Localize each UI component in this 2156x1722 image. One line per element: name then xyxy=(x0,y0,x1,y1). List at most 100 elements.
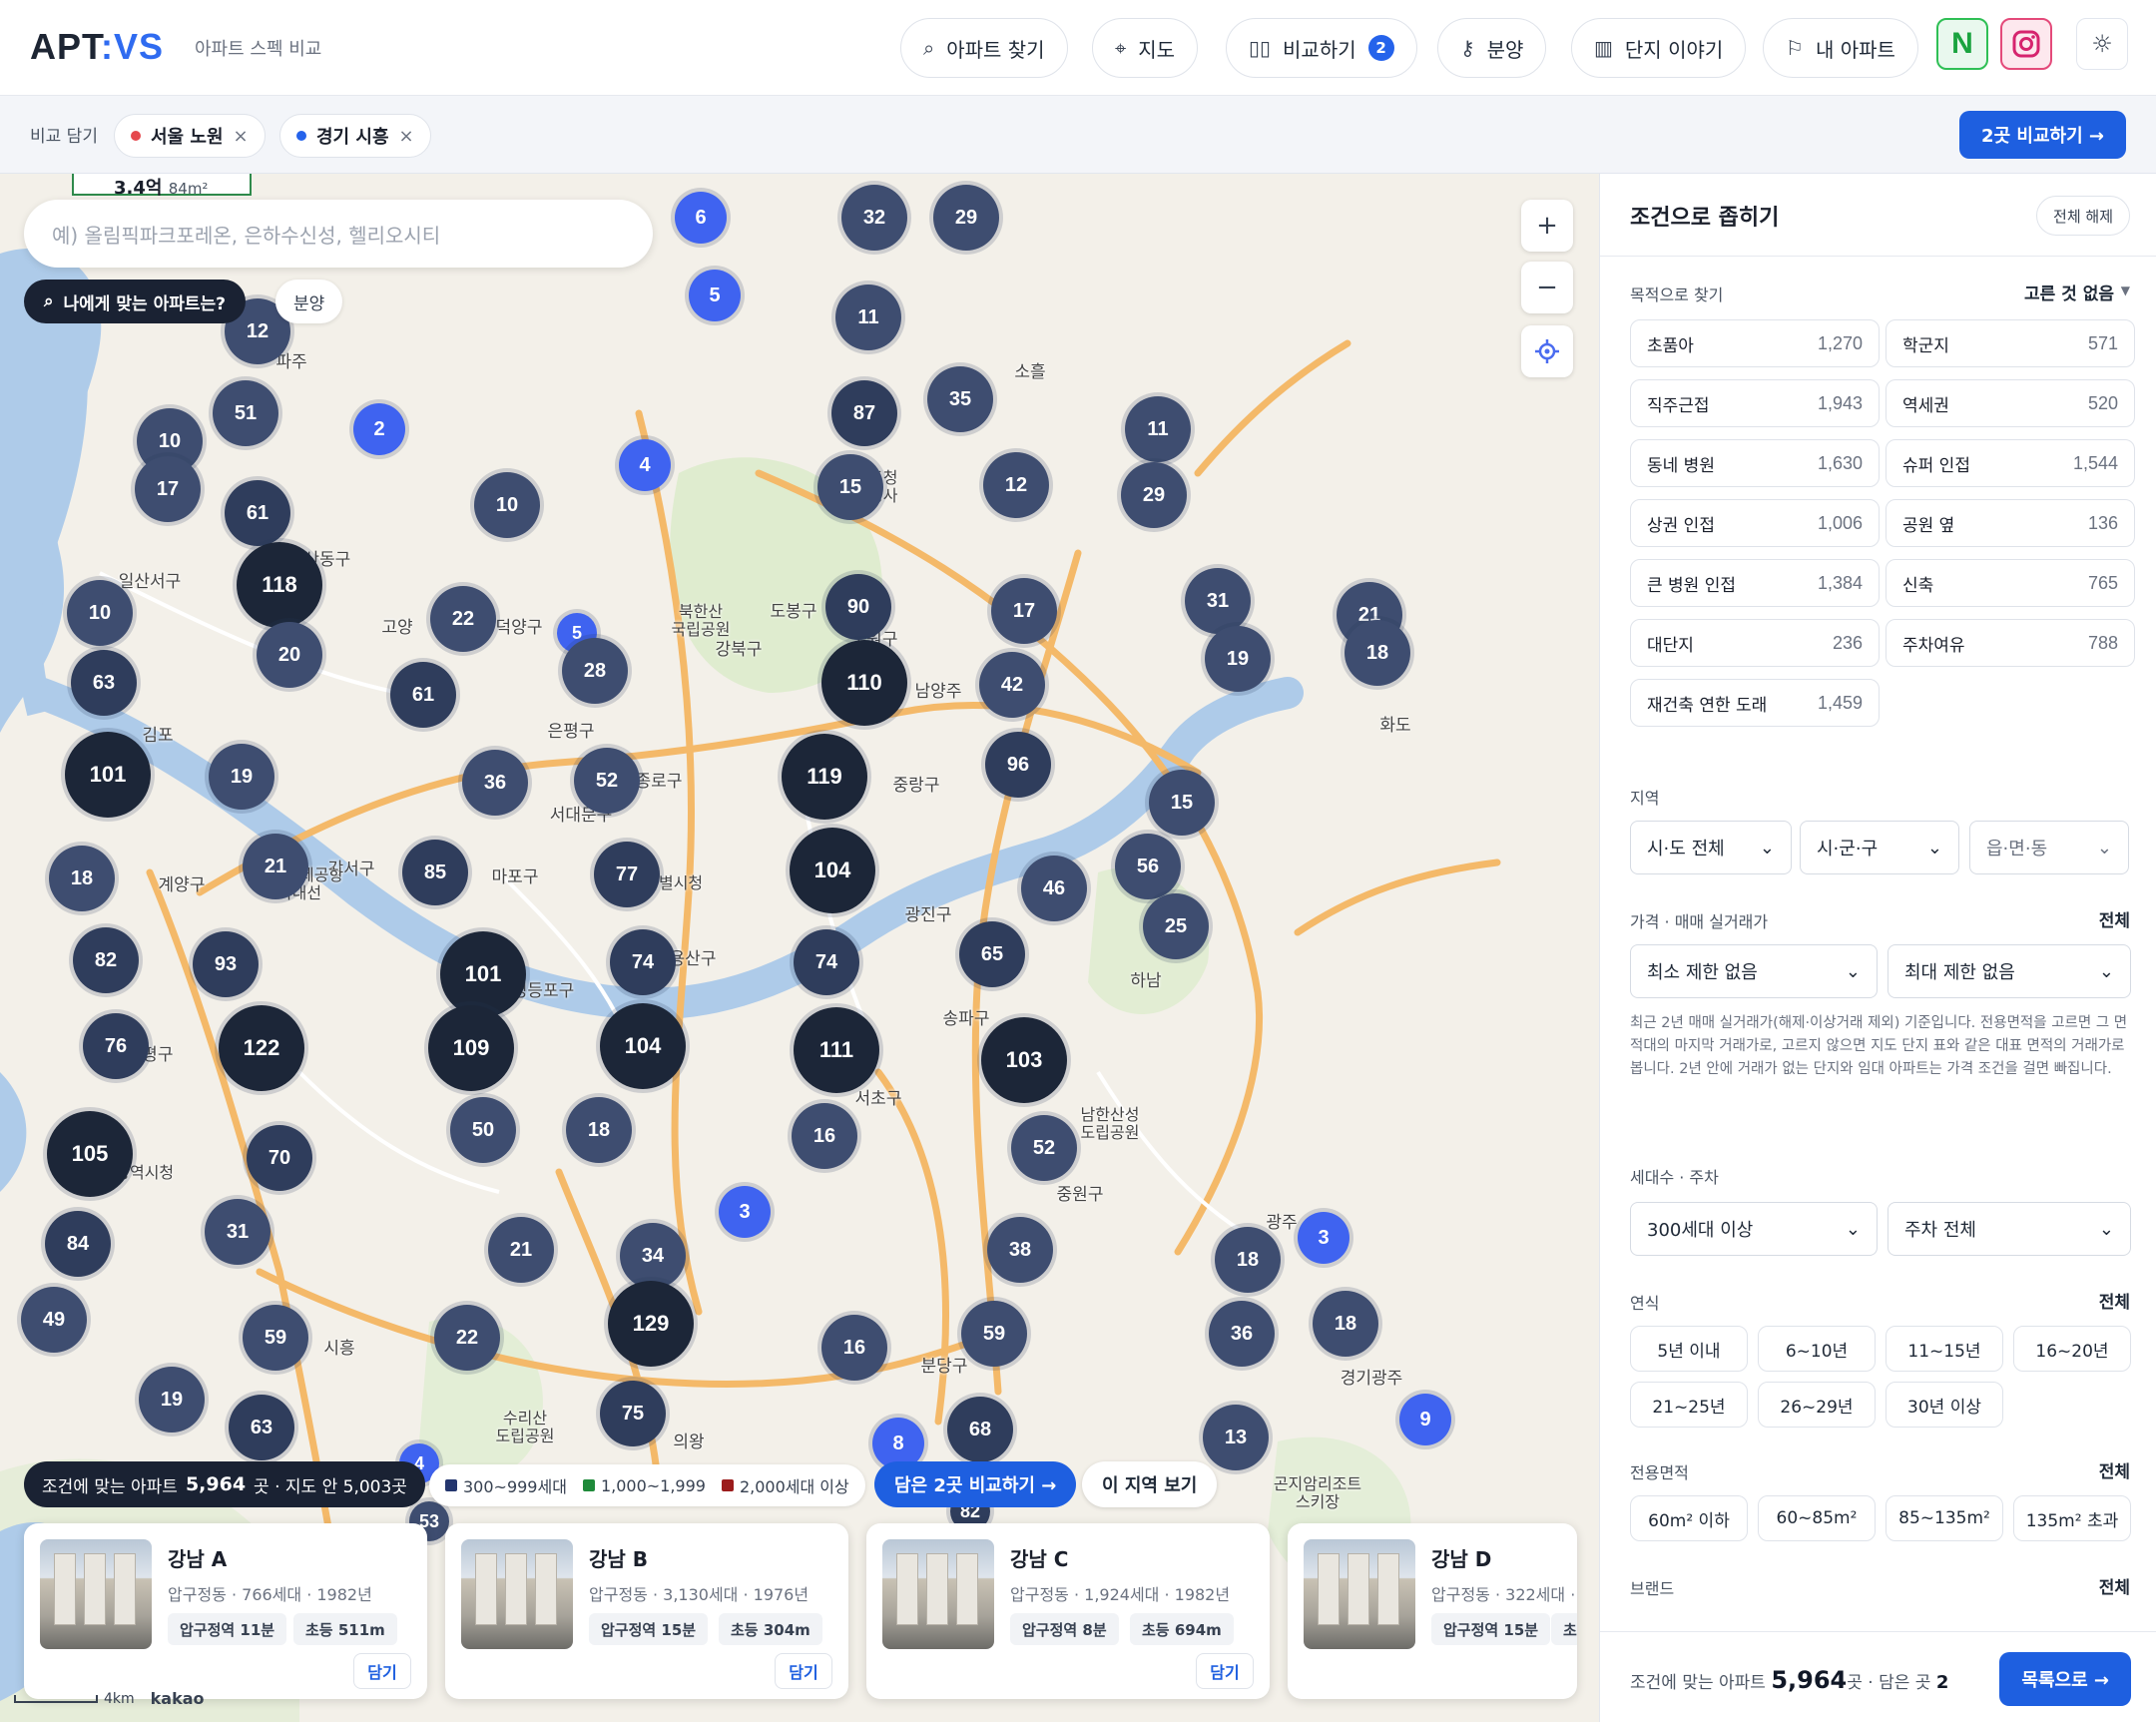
cluster-marker[interactable]: 96 xyxy=(985,732,1051,798)
cluster-marker[interactable]: 74 xyxy=(794,929,859,995)
parking-select[interactable]: 주차 전체 ⌄ xyxy=(1887,1202,2131,1256)
cluster-marker[interactable]: 21 xyxy=(488,1217,554,1283)
region-dong-select[interactable]: 읍·면·동 ⌄ xyxy=(1969,821,2129,874)
cluster-marker[interactable]: 74 xyxy=(610,929,676,995)
cluster-marker[interactable]: 101 xyxy=(440,931,526,1017)
instagram-icon[interactable] xyxy=(2000,18,2052,70)
area-option[interactable]: 60~85m² xyxy=(1758,1495,1876,1541)
cluster-marker[interactable]: 19 xyxy=(139,1367,205,1433)
cluster-marker[interactable]: 38 xyxy=(987,1217,1053,1283)
cluster-marker[interactable]: 29 xyxy=(933,185,999,251)
cluster-marker[interactable]: 119 xyxy=(782,734,867,820)
price-min-select[interactable]: 최소 제한 없음 ⌄ xyxy=(1630,944,1878,998)
cluster-marker[interactable]: 17 xyxy=(135,456,201,522)
cluster-marker[interactable]: 20 xyxy=(257,622,322,688)
cluster-marker[interactable]: 82 xyxy=(73,927,139,993)
cluster-marker[interactable]: 10 xyxy=(67,580,133,646)
purpose-option[interactable]: 초품아 1,270 xyxy=(1630,319,1880,367)
apartment-card[interactable]: 강남 C 압구정동 · 1,924세대 · 1982년 압구정역 8분 초등 6… xyxy=(866,1523,1270,1699)
cluster-marker[interactable]: 18 xyxy=(1215,1227,1281,1293)
cluster-marker[interactable]: 49 xyxy=(21,1287,87,1353)
apartment-card[interactable]: 강남 D 압구정동 · 322세대 · 1 압구정역 15분 초 xyxy=(1288,1523,1577,1699)
purpose-option[interactable]: 역세권 520 xyxy=(1886,379,2135,427)
cluster-marker[interactable]: 90 xyxy=(825,574,891,640)
cluster-marker[interactable]: 109 xyxy=(428,1005,514,1091)
cluster-marker[interactable]: 15 xyxy=(817,454,883,520)
cluster-marker[interactable]: 22 xyxy=(430,586,496,652)
cluster-marker[interactable]: 4 xyxy=(619,439,671,491)
app-logo[interactable]: APT:VS xyxy=(30,26,164,68)
cluster-marker[interactable]: 6 xyxy=(675,192,727,244)
cluster-marker[interactable]: 104 xyxy=(790,828,875,913)
cluster-marker[interactable]: 101 xyxy=(65,732,151,818)
area-option[interactable]: 60m² 이하 xyxy=(1630,1495,1748,1541)
purpose-option[interactable]: 공원 옆 136 xyxy=(1886,499,2135,547)
area-option[interactable]: 85~135m² xyxy=(1886,1495,2003,1541)
year-option[interactable]: 30년 이상 xyxy=(1886,1382,2003,1428)
cluster-marker[interactable]: 104 xyxy=(600,1003,686,1089)
cluster-marker[interactable]: 51 xyxy=(213,380,278,446)
purpose-option[interactable]: 학군지 571 xyxy=(1886,319,2135,367)
map-view[interactable]: 파주 일산서구 일산동구 김포 고양 덕양구 은평구 서울특별시청 종로구 강북구 북한산 국립공원… xyxy=(0,174,1599,1722)
cluster-marker[interactable]: 65 xyxy=(959,921,1025,987)
to-list-button[interactable]: 목록으로 → xyxy=(1999,1652,2131,1706)
cluster-marker[interactable]: 110 xyxy=(821,640,907,726)
cluster-marker[interactable]: 56 xyxy=(1115,834,1181,899)
cluster-marker[interactable]: 87 xyxy=(831,380,897,446)
apartment-card[interactable]: 강남 B 압구정동 · 3,130세대 · 1976년 압구정역 15분 초등 … xyxy=(445,1523,848,1699)
compare-chip-gyeonggi-siheung[interactable]: 경기 시흥 × xyxy=(279,114,431,158)
year-option[interactable]: 5년 이내 xyxy=(1630,1326,1748,1372)
cluster-marker[interactable]: 70 xyxy=(247,1125,312,1191)
cluster-marker[interactable]: 36 xyxy=(1209,1301,1275,1367)
cluster-marker[interactable]: 68 xyxy=(947,1397,1013,1462)
cluster-marker[interactable]: 21 xyxy=(243,834,308,899)
bunyang-filter-button[interactable]: 분양 xyxy=(275,280,343,323)
cluster-marker[interactable]: 16 xyxy=(821,1315,887,1381)
cluster-marker[interactable]: 2 xyxy=(353,403,405,455)
cluster-marker[interactable]: 28 xyxy=(562,638,628,704)
cluster-marker[interactable]: 18 xyxy=(1345,620,1410,686)
nav-bunyang[interactable]: ⚷ 분양 xyxy=(1437,18,1547,78)
cluster-marker[interactable]: 84 xyxy=(45,1211,111,1277)
purpose-option[interactable]: 주차여유 788 xyxy=(1886,619,2135,667)
year-option[interactable]: 11~15년 xyxy=(1886,1326,2003,1372)
cluster-marker[interactable]: 32 xyxy=(841,185,907,251)
zoom-in-button[interactable]: + xyxy=(1521,200,1573,252)
cluster-marker[interactable]: 16 xyxy=(792,1103,857,1169)
year-option[interactable]: 26~29년 xyxy=(1758,1382,1876,1428)
cluster-marker[interactable]: 61 xyxy=(390,662,456,728)
cluster-marker[interactable]: 18 xyxy=(49,846,115,911)
cluster-marker[interactable]: 13 xyxy=(1203,1405,1269,1470)
purpose-dropdown[interactable]: 고른 것 없음 xyxy=(2024,280,2114,304)
cluster-marker[interactable]: 52 xyxy=(574,748,640,814)
cluster-marker[interactable]: 36 xyxy=(462,750,528,816)
cluster-marker[interactable]: 59 xyxy=(961,1301,1027,1367)
cluster-marker[interactable]: 59 xyxy=(243,1305,308,1371)
cluster-marker[interactable]: 46 xyxy=(1021,856,1087,921)
compare-chip-seoul-nowon[interactable]: 서울 노원 × xyxy=(114,114,266,158)
clear-all-button[interactable]: 전체 해제 xyxy=(2036,196,2130,236)
purpose-option[interactable]: 상권 인접 1,006 xyxy=(1630,499,1880,547)
cluster-marker[interactable]: 19 xyxy=(1205,626,1271,692)
purpose-option[interactable]: 대단지 236 xyxy=(1630,619,1880,667)
purpose-option[interactable]: 슈퍼 인접 1,544 xyxy=(1886,439,2135,487)
cluster-marker[interactable]: 105 xyxy=(47,1111,133,1197)
zoom-out-button[interactable]: − xyxy=(1521,262,1573,313)
cluster-marker[interactable]: 11 xyxy=(1125,396,1191,462)
naver-icon[interactable]: N xyxy=(1936,18,1988,70)
year-option[interactable]: 16~20년 xyxy=(2013,1326,2131,1372)
view-this-area-button[interactable]: 이 지역 보기 xyxy=(1082,1461,1218,1507)
cluster-marker[interactable]: 3 xyxy=(1298,1212,1349,1264)
cluster-marker[interactable]: 42 xyxy=(979,652,1045,718)
cluster-marker[interactable]: 76 xyxy=(83,1013,149,1079)
household-select[interactable]: 300세대 이상 ⌄ xyxy=(1630,1202,1878,1256)
price-max-select[interactable]: 최대 제한 없음 ⌄ xyxy=(1887,944,2131,998)
top-price-card[interactable]: 3.4억 84m² xyxy=(72,174,252,199)
crosshair-icon[interactable] xyxy=(1521,325,1573,377)
cluster-marker[interactable]: 85 xyxy=(402,840,468,905)
cluster-marker[interactable]: 61 xyxy=(225,480,290,546)
nav-complex-story[interactable]: ▥ 단지 이야기 xyxy=(1571,18,1747,78)
purpose-option[interactable]: 재건축 연한 도래 1,459 xyxy=(1630,679,1880,727)
region-sido-select[interactable]: 시·도 전체 ⌄ xyxy=(1630,821,1792,874)
add-to-compare-button[interactable]: 담기 xyxy=(775,1653,832,1689)
